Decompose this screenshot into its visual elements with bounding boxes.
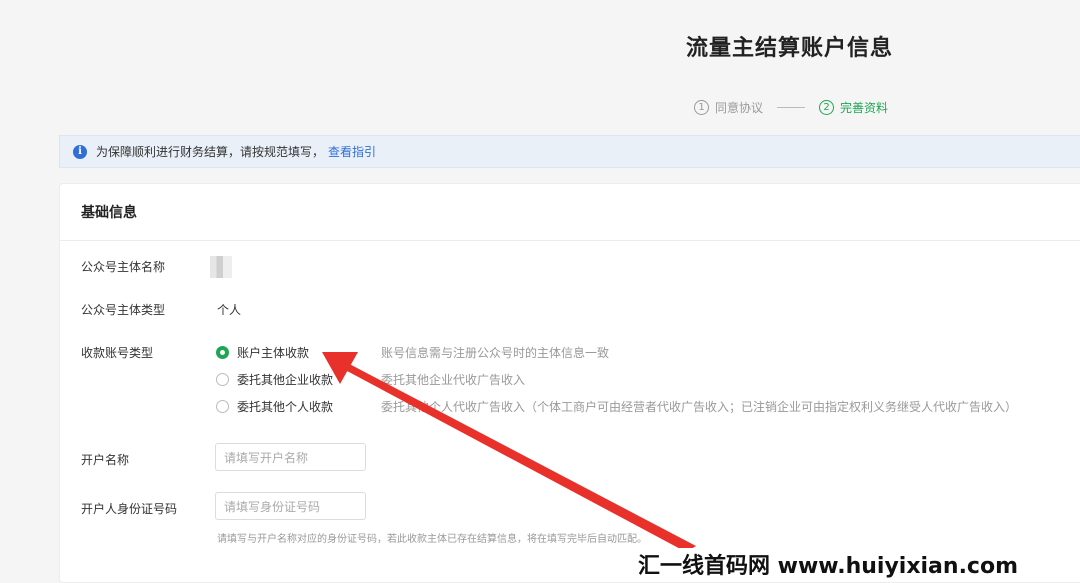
radio-option-company[interactable]: 委托其他企业收款 — [216, 371, 333, 388]
radio-checked[interactable] — [216, 346, 229, 359]
notice-text: 为保障顺利进行财务结算，请按规范填写， — [96, 145, 325, 159]
step-agree: 1 同意协议 — [694, 99, 763, 116]
step-connector — [777, 107, 806, 108]
progress-steps: 1 同意协议 2 完善资料 — [694, 99, 888, 116]
basic-info-card: 基础信息 公众号主体名称 公众号主体类型 个人 收款账号类型 账户主体收款 账号… — [59, 183, 1080, 583]
step-complete-info: 2 完善资料 — [819, 99, 888, 116]
account-type-label: 收款账号类型 — [81, 346, 154, 360]
id-number-label: 开户人身份证号码 — [81, 502, 178, 516]
info-icon: i — [73, 144, 87, 159]
radio-option-person[interactable]: 委托其他个人收款 — [216, 398, 333, 415]
page-title: 流量主结算账户信息 — [686, 36, 894, 61]
radio-label-person: 委托其他个人收款 — [237, 400, 334, 414]
watermark: 汇一线首码网 www.huiyixian.com — [628, 548, 1029, 580]
step-number-2: 2 — [819, 100, 835, 115]
account-name-label: 开户名称 — [81, 453, 130, 467]
radio-option-self[interactable]: 账户主体收款 — [216, 344, 309, 361]
entity-name-label: 公众号主体名称 — [81, 260, 166, 274]
radio-unchecked[interactable] — [216, 400, 229, 413]
radio-label-company: 委托其他企业收款 — [237, 373, 334, 387]
entity-name-value-redacted — [210, 256, 232, 278]
account-name-input[interactable]: 请填写开户名称 — [215, 443, 366, 471]
step-number-1: 1 — [694, 100, 709, 115]
section-title: 基础信息 — [81, 205, 137, 221]
step-label-complete: 完善资料 — [840, 101, 889, 115]
id-number-hint: 请填写与开户名称对应的身份证号码，若此收款主体已存在结算信息，将在填写完毕后自动… — [217, 534, 647, 545]
section-divider — [60, 240, 1080, 241]
radio-desc-self: 账号信息需与注册公众号时的主体信息一致 — [381, 346, 610, 360]
radio-desc-company: 委托其他企业代收广告收入 — [381, 373, 526, 387]
view-guide-link[interactable]: 查看指引 — [328, 143, 376, 160]
radio-label-self: 账户主体收款 — [237, 346, 310, 360]
entity-type-label: 公众号主体类型 — [81, 303, 166, 317]
radio-unchecked[interactable] — [216, 373, 229, 386]
radio-desc-person: 委托其他个人代收广告收入（个体工商户可由经营者代收广告收入；已注销企业可由指定权… — [381, 400, 1018, 414]
id-number-input[interactable]: 请填写身份证号码 — [215, 492, 366, 520]
step-label-agree: 同意协议 — [715, 101, 764, 115]
entity-type-value: 个人 — [217, 303, 242, 317]
notice-banner: i 为保障顺利进行财务结算，请按规范填写， 查看指引 — [59, 135, 1080, 168]
